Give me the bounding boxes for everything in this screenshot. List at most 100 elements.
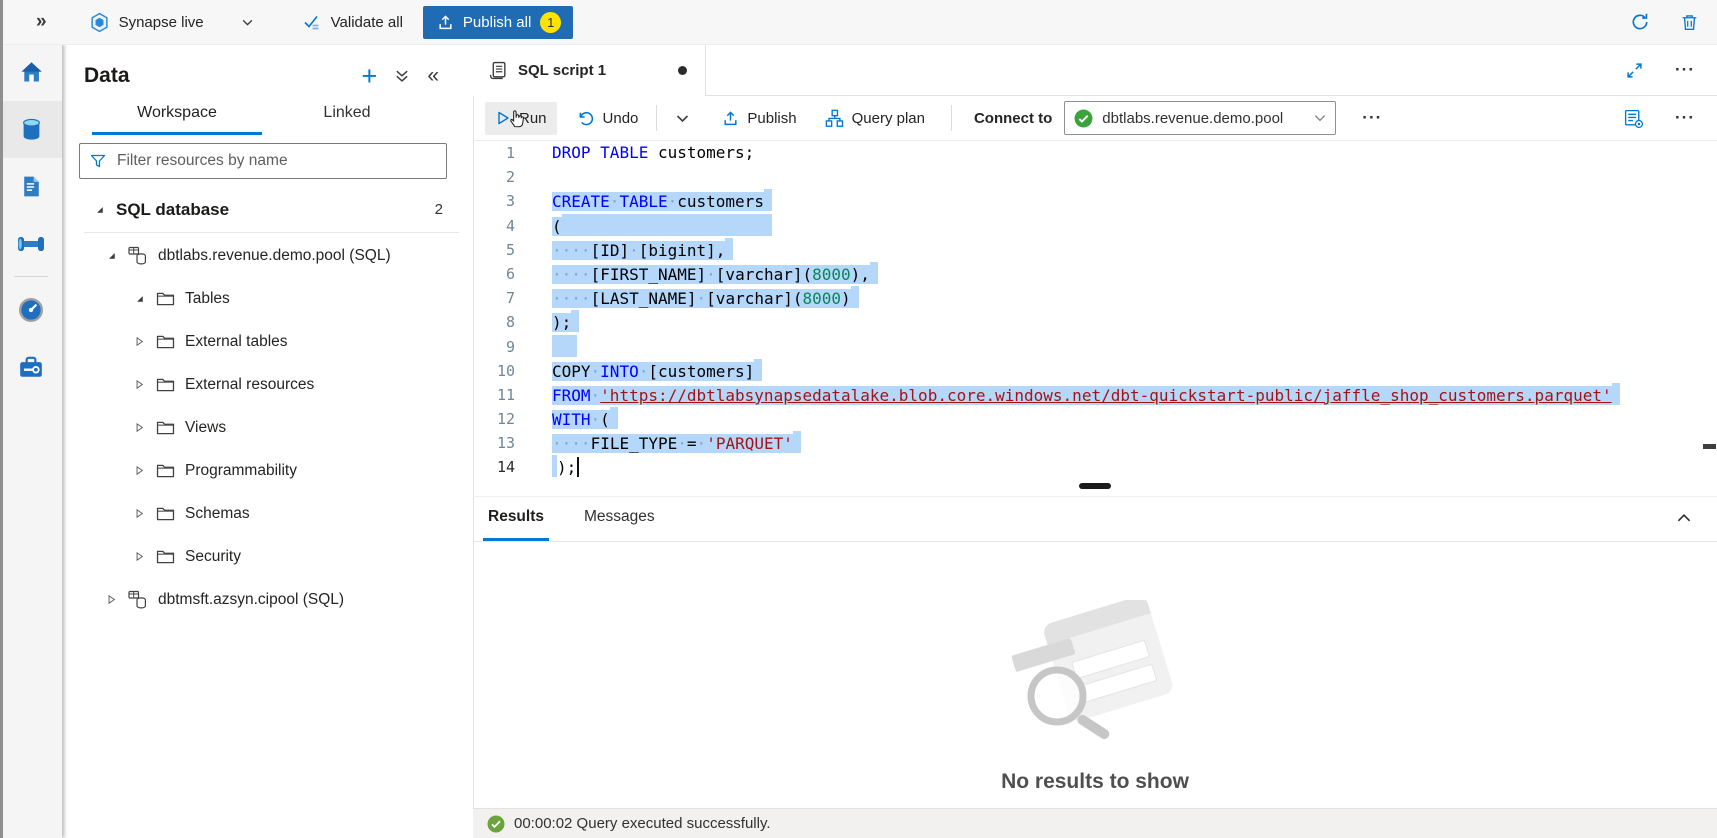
code-line[interactable]: 11FROM·'https://dbtlabsynapsedatalake.bl… bbox=[473, 383, 1717, 407]
pipeline-icon bbox=[17, 234, 45, 254]
code-line[interactable]: 7····[LAST_NAME]·[varchar](8000) bbox=[473, 286, 1717, 310]
code-line[interactable]: 9 bbox=[473, 335, 1717, 359]
twistie-collapsed-icon[interactable] bbox=[132, 335, 146, 348]
nav-manage-button[interactable] bbox=[0, 338, 62, 395]
code-line[interactable]: 3CREATE·TABLE·customers bbox=[473, 189, 1717, 213]
success-check-icon bbox=[487, 815, 505, 833]
code-line[interactable]: 14); bbox=[473, 455, 1717, 479]
collapse-results-chevron[interactable] bbox=[1673, 507, 1695, 529]
code-line[interactable]: 6····[FIRST_NAME]·[varchar](8000), bbox=[473, 262, 1717, 286]
twistie-collapsed-icon[interactable] bbox=[132, 378, 146, 391]
code-line[interactable]: 13····FILE_TYPE·=·'PARQUET' bbox=[473, 431, 1717, 455]
code-line[interactable]: 1DROP TABLE customers; bbox=[473, 141, 1717, 165]
data-explorer-panel: Data + « Workspace Linked SQL database2d… bbox=[62, 44, 473, 838]
run-button[interactable]: Run bbox=[485, 102, 557, 135]
code-line[interactable]: 10COPY·INTO·[customers] bbox=[473, 359, 1717, 383]
add-resource-button[interactable]: + bbox=[362, 66, 378, 86]
line-number: 11 bbox=[473, 383, 515, 407]
nav-develop-button[interactable] bbox=[0, 158, 62, 215]
code-line[interactable]: 12WITH·( bbox=[473, 407, 1717, 431]
view-settings-icon[interactable] bbox=[1623, 108, 1644, 129]
tree-item-row[interactable]: dbtmsft.azsyn.cipool (SQL) bbox=[62, 578, 473, 621]
tree-header-row[interactable]: SQL database2 bbox=[62, 188, 473, 231]
environment-switcher[interactable]: Synapse live bbox=[89, 12, 254, 33]
tree-item-row[interactable]: Security bbox=[62, 535, 473, 578]
publish-all-button[interactable]: Publish all 1 bbox=[423, 6, 573, 39]
results-tabbar: Results Messages bbox=[473, 496, 1717, 542]
main-area: SQL script 1 ··· Run Undo bbox=[473, 44, 1717, 838]
nav-monitor-button[interactable] bbox=[0, 281, 62, 338]
tab-more-button[interactable]: ··· bbox=[1669, 59, 1701, 81]
tab-messages[interactable]: Messages bbox=[579, 508, 660, 541]
nav-home-button[interactable] bbox=[0, 44, 62, 101]
tree-item-label: SQL database bbox=[116, 200, 229, 220]
tree-item-row[interactable]: Views bbox=[62, 406, 473, 449]
tree-item-row[interactable]: External resources bbox=[62, 363, 473, 406]
panel-tabs: Workspace Linked bbox=[92, 104, 473, 135]
tab-workspace[interactable]: Workspace bbox=[92, 104, 262, 135]
database-icon bbox=[128, 590, 148, 610]
line-number: 13 bbox=[473, 431, 515, 455]
expand-editor-icon[interactable] bbox=[1626, 62, 1643, 79]
pool-status-check-icon bbox=[1074, 109, 1093, 128]
code-line[interactable]: 4( bbox=[473, 214, 1717, 238]
no-results-illustration bbox=[995, 600, 1195, 750]
folder-icon bbox=[156, 420, 175, 435]
unsaved-dot bbox=[678, 66, 687, 75]
pool-chevron-icon bbox=[1313, 111, 1327, 125]
validate-all-button[interactable]: Validate all bbox=[302, 12, 403, 32]
undo-button[interactable]: Undo bbox=[567, 102, 649, 135]
twistie-collapsed-icon[interactable] bbox=[132, 550, 146, 563]
filter-input[interactable] bbox=[115, 151, 436, 171]
run-label: Run bbox=[519, 110, 547, 127]
tree-item-row[interactable]: External tables bbox=[62, 320, 473, 363]
refresh-button[interactable] bbox=[1628, 10, 1652, 34]
line-number: 7 bbox=[473, 286, 515, 310]
sql-code-editor[interactable]: 1DROP TABLE customers;23CREATE·TABLE·cus… bbox=[473, 141, 1717, 485]
twistie-expanded-icon[interactable] bbox=[92, 203, 106, 216]
twistie-expanded-icon[interactable] bbox=[132, 292, 146, 305]
filter-box bbox=[79, 143, 447, 179]
twistie-collapsed-icon[interactable] bbox=[132, 421, 146, 434]
validate-label: Validate all bbox=[331, 14, 403, 31]
twistie-collapsed-icon[interactable] bbox=[104, 593, 118, 606]
sql-script-icon bbox=[488, 61, 508, 80]
line-number: 2 bbox=[473, 165, 515, 189]
resource-tree: SQL database2dbtlabs.revenue.demo.pool (… bbox=[62, 188, 473, 621]
code-line[interactable]: 2 bbox=[473, 165, 1717, 189]
folder-icon bbox=[156, 291, 175, 306]
sql-script-tab[interactable]: SQL script 1 bbox=[474, 44, 706, 96]
folder-icon bbox=[156, 377, 175, 392]
collapse-all-icon[interactable] bbox=[394, 68, 410, 84]
twistie-expanded-icon[interactable] bbox=[104, 249, 118, 262]
code-line[interactable]: 8); bbox=[473, 310, 1717, 334]
toolbar-more-button[interactable]: ··· bbox=[1356, 107, 1388, 129]
code-line[interactable]: 5····[ID]·[bigint], bbox=[473, 238, 1717, 262]
tab-linked[interactable]: Linked bbox=[262, 104, 432, 135]
discard-trash-button[interactable] bbox=[1678, 11, 1701, 34]
twistie-collapsed-icon[interactable] bbox=[132, 507, 146, 520]
tab-label: SQL script 1 bbox=[518, 62, 606, 79]
twistie-collapsed-icon[interactable] bbox=[132, 464, 146, 477]
folder-icon bbox=[156, 549, 175, 564]
tree-item-row[interactable]: Schemas bbox=[62, 492, 473, 535]
run-options-chevron[interactable] bbox=[665, 103, 700, 134]
query-plan-button[interactable]: Query plan bbox=[815, 101, 935, 136]
tree-item-row[interactable]: Programmability bbox=[62, 449, 473, 492]
panel-title: Data bbox=[84, 64, 130, 88]
nav-integrate-button[interactable] bbox=[0, 215, 62, 272]
line-number: 6 bbox=[473, 262, 515, 286]
tree-item-row[interactable]: Tables bbox=[62, 277, 473, 320]
nav-data-button[interactable] bbox=[0, 101, 62, 158]
expand-toolbar-icon[interactable]: » bbox=[36, 11, 47, 33]
tab-results[interactable]: Results bbox=[483, 508, 549, 541]
collapse-panel-icon[interactable]: « bbox=[427, 66, 439, 86]
editor-results-splitter[interactable] bbox=[1079, 483, 1111, 489]
editor-more-button[interactable]: ··· bbox=[1669, 107, 1701, 129]
environment-label: Synapse live bbox=[119, 14, 204, 31]
editor-scrollbar-mark[interactable] bbox=[1703, 444, 1716, 449]
database-icon bbox=[18, 116, 45, 143]
pool-dropdown[interactable]: dbtlabs.revenue.demo.pool bbox=[1064, 101, 1336, 135]
tree-item-row[interactable]: dbtlabs.revenue.demo.pool (SQL) bbox=[62, 234, 473, 277]
publish-button[interactable]: Publish bbox=[712, 102, 806, 135]
